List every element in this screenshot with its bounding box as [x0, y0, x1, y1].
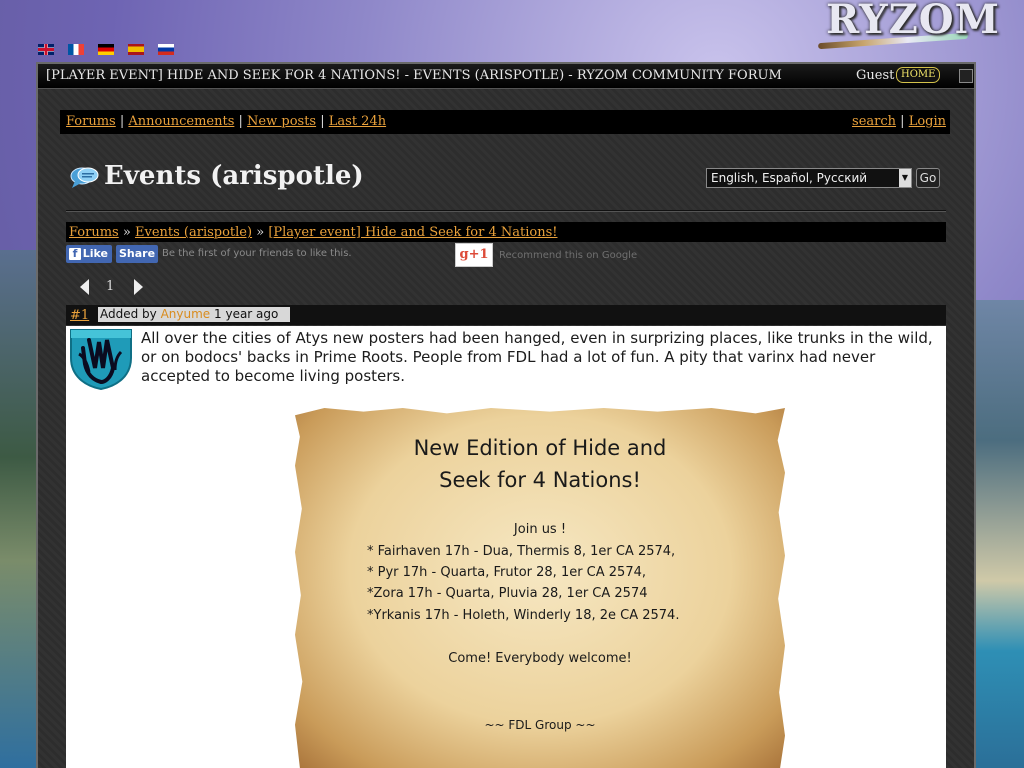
go-button[interactable]: Go [916, 168, 940, 188]
nav-announcements-link[interactable]: Announcements [128, 114, 234, 129]
forum-content: Forums | Announcements | New posts | Las… [38, 89, 974, 768]
guild-avatar [70, 329, 132, 390]
post-meta: Added by Anyume 1 year ago [98, 307, 290, 322]
poster-title-line1: New Edition of Hide and [413, 436, 667, 460]
page-title: [PLAYER EVENT] HIDE AND SEEK FOR 4 NATIO… [46, 68, 782, 83]
breadcrumb-forums[interactable]: Forums [69, 225, 119, 240]
nav-separator: | [320, 114, 325, 129]
previous-page-icon[interactable] [80, 279, 89, 295]
google-plus-text: Recommend this on Google [499, 250, 638, 261]
breadcrumb-thread[interactable]: [Player event] Hide and Seek for 4 Natio… [268, 225, 557, 240]
nav-separator: | [900, 114, 905, 129]
post-text: All over the cities of Atys new posters … [141, 329, 933, 385]
breadcrumb-category[interactable]: Events (arispotle) [135, 225, 252, 240]
poster-signature: ~~ FDL Group ~~ [484, 718, 596, 732]
facebook-like-label: Like [82, 247, 108, 260]
nav-separator: | [119, 114, 125, 129]
poster-line1: * Fairhaven 17h - Dua, Thermis 8, 1er CA… [367, 544, 676, 559]
poster-welcome: Come! Everybody welcome! [448, 651, 632, 666]
nav-new-posts-link[interactable]: New posts [247, 114, 316, 129]
facebook-icon: f [69, 248, 81, 260]
divider [66, 210, 946, 212]
breadcrumb-separator: » [256, 225, 265, 240]
facebook-social-text: Be the first of your friends to like thi… [162, 248, 352, 259]
google-plus-button[interactable]: g+1 [455, 243, 493, 267]
facebook-share-button[interactable]: Share [116, 245, 158, 263]
poster-title-line2: Seek for 4 Nations! [439, 468, 641, 492]
nav-separator: | [238, 114, 243, 129]
breadcrumb-separator: » [122, 225, 131, 240]
post-body: All over the cities of Atys new posters … [66, 326, 946, 768]
russia-flag-icon[interactable] [158, 44, 174, 55]
poster-join: Join us ! [513, 522, 567, 537]
pagination: 1 [80, 276, 150, 298]
nav-login-link[interactable]: Login [909, 114, 946, 129]
france-flag-icon[interactable] [68, 44, 84, 55]
forum-window: [PLAYER EVENT] HIDE AND SEEK FOR 4 NATIO… [36, 62, 976, 768]
nav-forums-link[interactable]: Forums [66, 114, 116, 129]
poster-line3: *Zora 17h - Quarta, Pluvia 28, 1er CA 25… [367, 586, 648, 601]
current-page: 1 [106, 279, 115, 294]
post-number-link[interactable]: #1 [70, 308, 89, 323]
chevron-down-icon[interactable]: ▼ [899, 169, 911, 187]
speech-bubbles-icon [70, 167, 99, 188]
nav-links-right: search | Login [852, 114, 946, 129]
spain-flag-icon[interactable] [128, 44, 144, 55]
forum-heading: Events (arispotle) [104, 161, 364, 191]
nav-search-link[interactable]: search [852, 114, 896, 129]
post-author[interactable]: Anyume [161, 307, 211, 321]
language-select[interactable]: English, Español, Русский ▼ [706, 168, 912, 188]
event-poster-image: New Edition of Hide and Seek for 4 Natio… [295, 408, 785, 768]
post-added-by: Added by [100, 307, 157, 321]
nav-links-left: Forums | Announcements | New posts | Las… [66, 114, 386, 129]
poster-line4: *Yrkanis 17h - Holeth, Winderly 18, 2e C… [367, 608, 680, 623]
nav-last-24h-link[interactable]: Last 24h [329, 114, 386, 129]
poster-line2: * Pyr 17h - Quarta, Frutor 28, 1er CA 25… [367, 565, 647, 580]
facebook-like-button[interactable]: f Like [66, 245, 112, 263]
logo-text: RYZOM [826, 0, 1000, 43]
background-scenery-left [0, 250, 40, 768]
home-button[interactable]: HOME [896, 67, 941, 83]
next-page-icon[interactable] [134, 279, 143, 295]
breadcrumb: Forums » Events (arispotle) » [Player ev… [66, 222, 946, 242]
post-age: 1 year ago [214, 307, 279, 321]
window-titlebar: [PLAYER EVENT] HIDE AND SEEK FOR 4 NATIO… [38, 64, 974, 89]
post-header: #1 Added by Anyume 1 year ago [66, 305, 946, 325]
uk-flag-icon[interactable] [38, 44, 54, 55]
close-icon[interactable] [959, 69, 973, 83]
germany-flag-icon[interactable] [98, 44, 114, 55]
top-navigation: Forums | Announcements | New posts | Las… [60, 110, 950, 134]
ryzom-logo[interactable]: RYZOM [817, 0, 999, 58]
language-flags [38, 44, 174, 55]
language-select-value: English, Español, Русский [711, 171, 868, 185]
user-status: Guest [856, 68, 895, 83]
background-scenery-right [972, 300, 1024, 768]
